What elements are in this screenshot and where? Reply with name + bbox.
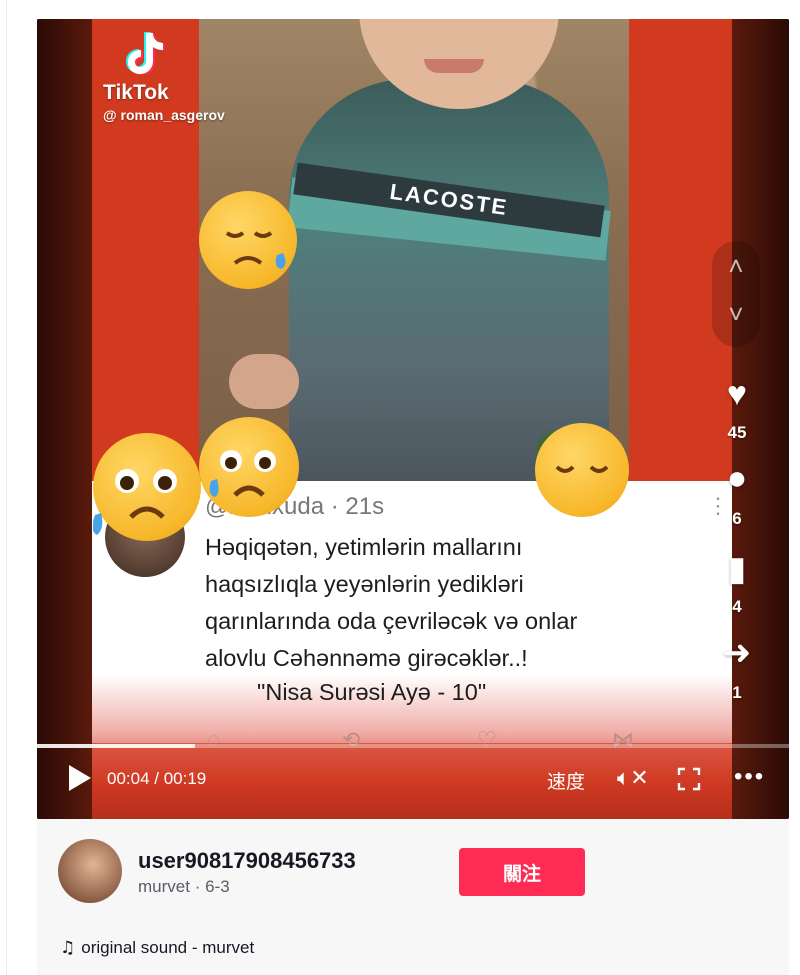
crying-emoji-features — [92, 469, 177, 535]
post-date: 6-3 — [205, 877, 230, 896]
crying-emoji-icon — [199, 417, 299, 517]
comment-count: 6 — [732, 509, 742, 528]
tweet-actions: ◌ ⟲ ♡ ⋈ — [207, 727, 647, 755]
tweet-line: qarınlarında oda çevriləcək və onlar — [205, 608, 578, 634]
like-count: 45 — [727, 423, 747, 442]
sad-face-emoji-icon — [199, 191, 297, 289]
video-nav: ˄ ˅ — [712, 241, 760, 347]
video-progress-bar[interactable] — [37, 744, 789, 748]
tiktok-logo-icon — [126, 32, 165, 75]
tiktok-watermark-handle: @ roman_asgerov — [103, 107, 225, 123]
previous-video-button[interactable]: ˄ — [712, 251, 760, 282]
video-info-panel: user90817908456733 murvet · 6-3 關注 ♫ orig… — [37, 819, 789, 975]
tweet-age: · 21s — [330, 493, 385, 520]
follow-button[interactable]: 關注 — [459, 848, 585, 896]
author-subline: murvet · 6-3 — [138, 877, 230, 897]
tweet-line: Həqiqətən, yetimlərin mallarını — [205, 534, 523, 560]
save-count: 4 — [732, 597, 742, 616]
sad-face-emoji-features — [225, 231, 286, 269]
tiktok-watermark-brand: TikTok — [103, 81, 169, 104]
share-outline-icon: ⋈ — [612, 727, 634, 752]
avatar[interactable] — [58, 839, 122, 903]
sound-label: original sound - murvet — [81, 938, 255, 957]
author-name[interactable]: user90817908456733 — [138, 848, 356, 874]
speed-button[interactable]: 速度 — [547, 767, 585, 794]
video-player[interactable]: LACOSTE TikTok @ roman_asgerov @zikrixud… — [37, 19, 789, 819]
divider — [6, 0, 7, 975]
mute-icon[interactable]: 🔈︎✕ — [617, 765, 649, 791]
comment-icon[interactable]: ● — [717, 459, 757, 498]
heart-outline-icon: ♡ — [477, 727, 497, 752]
player-controls: 00:04 / 00:19 速度 🔈︎✕ ••• — [37, 761, 789, 805]
play-button[interactable] — [69, 765, 91, 791]
tweet-text: Həqiqətən, yetimlərin mallarını haqsızlı… — [205, 529, 725, 677]
video-progress-fill — [37, 744, 195, 748]
child-mouth — [424, 59, 484, 73]
tweet-line: haqsızlıqla yeyənlərin yedikləri — [205, 571, 524, 597]
next-video-button[interactable]: ˅ — [712, 299, 760, 330]
crying-emoji-features — [209, 450, 276, 497]
video-blur-left — [37, 19, 92, 819]
author-nickname: murvet — [138, 877, 190, 896]
bookmark-icon[interactable]: ▮ — [717, 549, 757, 589]
share-arrow-icon[interactable]: ➜ — [717, 633, 757, 673]
more-options-icon[interactable]: ••• — [734, 763, 765, 791]
retweet-icon: ⟲ — [342, 727, 361, 752]
share-count: 1 — [732, 683, 742, 702]
crying-emoji-icon — [92, 433, 201, 541]
relieved-emoji-features — [555, 465, 609, 473]
relieved-emoji-icon — [535, 423, 629, 517]
child-hand — [229, 354, 299, 409]
tweet-citation: "Nisa Surəsi Ayə - 10" — [257, 679, 487, 705]
reply-icon: ◌ — [207, 727, 221, 752]
tweet-line: alovlu Cəhənnəmə girəcəklər..! — [205, 645, 528, 671]
sound-link[interactable]: ♫ original sound - murvet — [60, 938, 254, 958]
music-note-icon: ♫ — [60, 938, 76, 958]
separator-dot: · — [194, 877, 206, 896]
like-heart-icon[interactable]: ♥ — [717, 375, 757, 414]
tiktok-video-page: LACOSTE TikTok @ roman_asgerov @zikrixud… — [0, 0, 800, 975]
playback-time: 00:04 / 00:19 — [107, 769, 207, 788]
fullscreen-icon[interactable] — [677, 767, 701, 791]
